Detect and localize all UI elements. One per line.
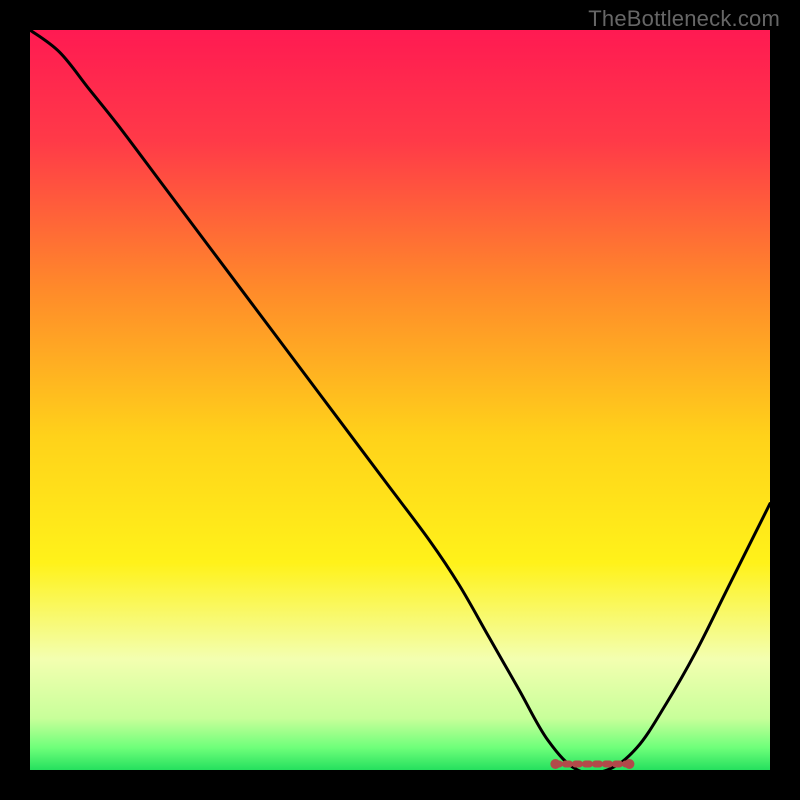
- background-gradient: [30, 30, 770, 770]
- watermark-text: TheBottleneck.com: [588, 6, 780, 32]
- plot-area: [30, 30, 770, 770]
- chart-frame: TheBottleneck.com: [0, 0, 800, 800]
